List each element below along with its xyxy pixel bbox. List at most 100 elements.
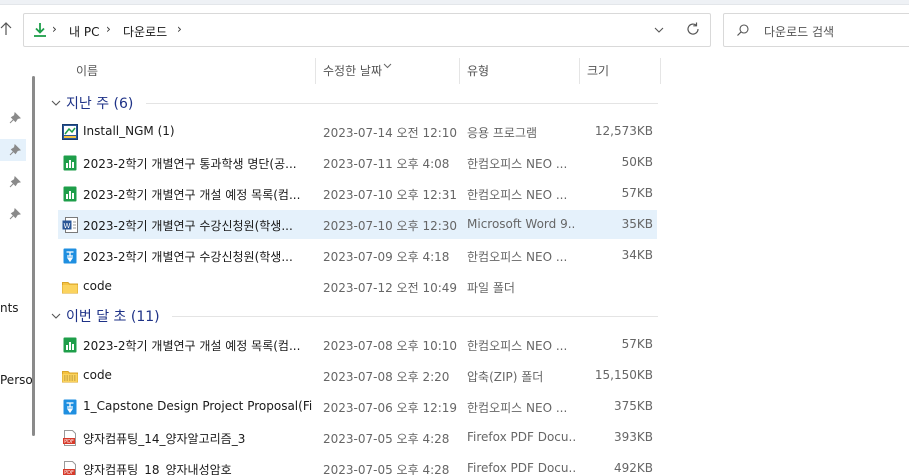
file-name: 2023-2학기 개별연구 통과학생 명단(공... [83,157,297,171]
hancom-cell-icon [62,337,78,353]
hancom-cell-icon [62,155,78,171]
chevron-down-icon[interactable] [50,310,62,322]
file-date: 2023-07-09 오후 4:18 [323,250,450,264]
file-name: 2023-2학기 개별연구 개설 예정 목록(컴... [83,188,301,202]
file-size: 375KB [613,399,653,413]
address-bar[interactable]: › 내 PC › 다운로드 › [23,13,711,47]
file-size: 34KB [621,248,653,262]
file-name: 양자컴퓨팅_14_양자알고리즘_3 [83,432,246,446]
hancom-cell-icon [62,186,78,202]
file-size: 15,150KB [594,368,653,382]
file-date: 2023-07-10 오후 12:30 [323,219,458,233]
download-folder-icon [32,22,48,38]
group-label: 지난 주 (6) [66,96,134,112]
column-header-date[interactable]: 수정한 날짜 [323,62,382,82]
file-size: 35KB [621,217,653,231]
file-type: 한컴오피스 NEO ... [467,339,568,353]
up-arrow-icon[interactable] [0,18,14,42]
group-label: 이번 달 초 (11) [66,309,160,325]
file-date: 2023-07-10 오후 12:31 [323,188,458,202]
column-divider[interactable] [459,58,460,84]
hancom-word-icon [62,399,78,415]
chevron-right-icon[interactable]: › [52,22,57,36]
file-size: 57KB [621,337,653,351]
navigation-pane: nts Perso [0,60,40,475]
file-type: 한컴오피스 NEO ... [467,157,568,171]
file-date: 2023-07-08 오후 10:10 [323,339,458,353]
window-top-edge [0,0,909,5]
file-row[interactable]: Install_NGM (1) 2023-07-14 오전 12:10 응용 프… [58,117,657,146]
installer-icon [62,124,78,140]
file-type: 응용 프로그램 [467,126,538,140]
file-name: 양자컴퓨팅_18_양자내성암호 [83,463,232,475]
file-name: Install_NGM (1) [83,124,175,138]
file-date: 2023-07-05 오후 4:28 [323,432,450,446]
breadcrumb-downloads[interactable]: 다운로드 [123,23,167,40]
nav-scrollbar[interactable] [32,76,35,436]
file-row[interactable]: 2023-2학기 개별연구 수강신청원(학생... 2023-07-09 오후 … [58,241,657,270]
column-header-name[interactable]: 이름 [76,62,98,82]
file-row[interactable]: 2023-2학기 개별연구 개설 예정 목록(컴... 2023-07-10 오… [58,179,657,208]
chevron-down-icon[interactable] [652,23,666,37]
column-divider[interactable] [660,58,661,84]
group-count: (6) [113,96,134,112]
nav-item-label[interactable]: nts [0,301,19,315]
file-name: 1_Capstone Design Project Proposal(Fin..… [83,399,313,413]
file-date: 2023-07-08 오후 2:20 [323,370,450,384]
zip-folder-icon [62,368,78,384]
file-name: code [83,368,112,382]
refresh-icon[interactable] [684,21,702,39]
chevron-right-icon[interactable]: › [177,22,182,36]
file-type: 한컴오피스 NEO ... [467,250,568,264]
column-header-size[interactable]: 크기 [587,62,609,82]
file-date: 2023-07-12 오전 10:49 [323,281,458,295]
sort-descending-icon [383,58,392,69]
column-divider[interactable] [579,58,580,84]
file-row[interactable]: 1_Capstone Design Project Proposal(Fin..… [58,392,657,421]
file-date: 2023-07-06 오후 12:19 [323,401,458,415]
group-divider [146,103,658,104]
column-header-type[interactable]: 유형 [467,62,489,82]
breadcrumb-this-pc[interactable]: 내 PC [69,23,99,40]
file-date: 2023-07-14 오전 12:10 [323,126,458,140]
file-row[interactable]: code 2023-07-12 오전 10:49 파일 폴더 [58,272,657,301]
pin-icon[interactable] [9,175,22,188]
svg-text:PDF: PDF [64,439,74,445]
file-row[interactable]: PDF 양자컴퓨팅_18_양자내성암호 2023-07-05 오후 4:28 F… [58,454,657,475]
file-row[interactable]: 2023-2학기 개별연구 개설 예정 목록(컴... 2023-07-08 오… [58,330,657,359]
file-size: 492KB [613,461,653,475]
file-name: code [83,279,112,293]
pdf-icon: PDF [62,461,78,475]
file-type: Firefox PDF Docu... [467,430,575,444]
file-date: 2023-07-05 오후 4:28 [323,463,450,475]
group-count: (11) [130,309,160,325]
group-divider [172,316,658,317]
search-icon [736,23,750,37]
file-row[interactable]: PDF 양자컴퓨팅_14_양자알고리즘_3 2023-07-05 오후 4:28… [58,423,657,452]
nav-item-label[interactable]: Perso [0,373,33,387]
file-type: Firefox PDF Docu... [467,461,575,475]
column-divider[interactable] [315,58,316,84]
file-size: 50KB [621,155,653,169]
search-box[interactable]: 다운로드 검색 [723,13,909,47]
file-date: 2023-07-11 오후 4:08 [323,157,450,171]
pin-icon[interactable] [9,111,22,124]
search-input[interactable]: 다운로드 검색 [764,23,834,40]
file-size: 57KB [621,186,653,200]
chevron-right-icon[interactable]: › [106,22,111,36]
file-size: 393KB [613,430,653,444]
pin-icon[interactable] [9,207,22,220]
svg-text:PDF: PDF [64,470,74,475]
file-row-selected[interactable]: W 2023-2학기 개별연구 수강신청원(학생... 2023-07-10 오… [58,210,657,239]
file-row[interactable]: 2023-2학기 개별연구 통과학생 명단(공... 2023-07-11 오후… [58,148,657,177]
file-type: 파일 폴더 [467,281,515,295]
hancom-word-icon [62,248,78,264]
file-row[interactable]: code 2023-07-08 오후 2:20 압축(ZIP) 폴더 15,15… [58,361,657,390]
file-type: 압축(ZIP) 폴더 [467,370,544,384]
pin-icon[interactable] [9,143,22,156]
file-name: 2023-2학기 개별연구 수강신청원(학생... [83,219,293,233]
svg-text:W: W [64,222,71,230]
file-size: 12,573KB [594,124,653,138]
chevron-down-icon[interactable] [50,97,62,109]
file-name: 2023-2학기 개별연구 개설 예정 목록(컴... [83,339,301,353]
